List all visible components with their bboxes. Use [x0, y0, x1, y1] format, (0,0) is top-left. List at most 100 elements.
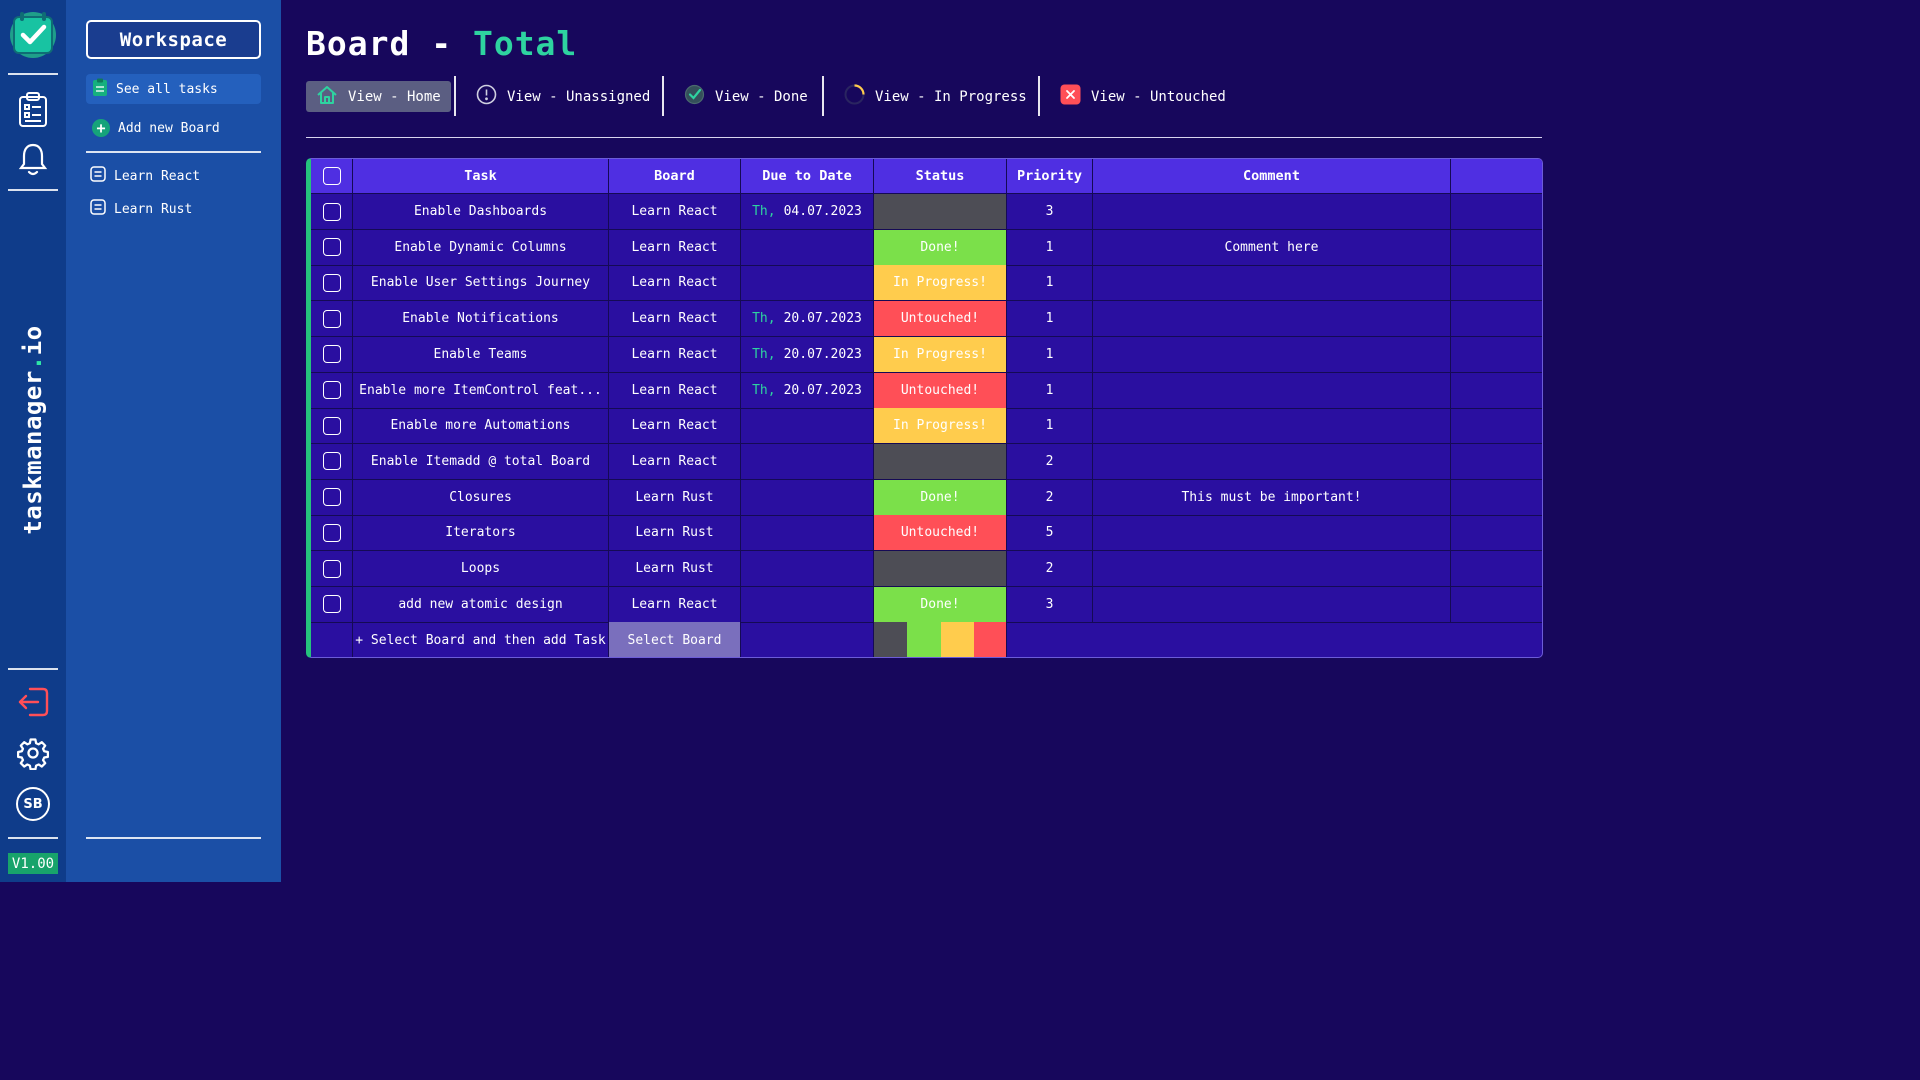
tab-view-done[interactable]: View - Done [674, 81, 818, 112]
table-row[interactable]: Enable more Automations Learn React In Pro… [311, 408, 1542, 445]
priority-cell[interactable]: 1 [1007, 229, 1093, 265]
logout-icon[interactable] [13, 682, 53, 722]
due-date-cell[interactable]: Th, 20.07.2023 [741, 336, 874, 372]
comment-cell[interactable] [1093, 301, 1451, 337]
board-cell[interactable]: Learn React [609, 194, 741, 229]
table-row[interactable]: Enable Notifications Learn React Th, 20.07.… [311, 301, 1542, 338]
see-all-tasks-link[interactable]: See all tasks [86, 74, 261, 104]
column-header-board[interactable]: Board [609, 159, 741, 193]
due-date-cell[interactable]: Th, 20.07.2023 [741, 372, 874, 408]
comment-cell[interactable]: This must be important! [1093, 479, 1451, 515]
due-date-cell[interactable] [741, 408, 874, 444]
priority-cell[interactable]: 2 [1007, 551, 1093, 586]
comment-cell[interactable] [1093, 372, 1451, 408]
board-cell[interactable]: Learn React [609, 265, 741, 301]
comment-cell[interactable] [1093, 443, 1451, 479]
task-name-cell[interactable]: add new atomic design [353, 586, 609, 622]
gear-icon[interactable] [13, 733, 53, 773]
priority-cell[interactable]: 3 [1007, 194, 1093, 229]
row-checkbox[interactable] [322, 273, 341, 292]
board-cell[interactable]: Learn React [609, 301, 741, 337]
tab-view-untouched[interactable]: View - Untouched [1050, 81, 1236, 112]
status-cell[interactable]: Done! [874, 479, 1007, 515]
status-cell[interactable]: In Progress! [874, 336, 1007, 372]
user-avatar[interactable]: SB [16, 787, 50, 821]
column-header-due-date[interactable]: Due to Date [741, 159, 874, 193]
task-name-cell[interactable]: Enable Teams [353, 336, 609, 372]
priority-cell[interactable]: 1 [1007, 372, 1093, 408]
comment-cell[interactable] [1093, 586, 1451, 622]
table-row[interactable]: Loops Learn Rust 2 [311, 551, 1542, 587]
comment-cell[interactable] [1093, 515, 1451, 551]
board-cell[interactable]: Learn React [609, 586, 741, 622]
column-header-priority[interactable]: Priority [1007, 159, 1093, 193]
table-row[interactable]: Enable User Settings Journey Learn React I… [311, 265, 1542, 302]
due-date-cell[interactable] [741, 586, 874, 622]
board-cell[interactable]: Learn Rust [609, 515, 741, 551]
status-cell[interactable] [874, 194, 1007, 229]
status-cell[interactable]: Untouched! [874, 372, 1007, 408]
row-checkbox[interactable] [322, 202, 341, 221]
priority-cell[interactable]: 1 [1007, 336, 1093, 372]
tab-view-home[interactable]: View - Home [306, 81, 451, 112]
status-color-picker[interactable] [874, 622, 1007, 657]
row-checkbox[interactable] [322, 488, 341, 507]
priority-cell[interactable]: 5 [1007, 515, 1093, 551]
row-checkbox[interactable] [322, 416, 341, 435]
status-swatch-empty[interactable] [874, 622, 908, 657]
comment-cell[interactable] [1093, 336, 1451, 372]
row-checkbox[interactable] [322, 595, 341, 614]
sidebar-item-learn-rust[interactable]: Learn Rust [86, 194, 261, 224]
status-cell[interactable]: In Progress! [874, 408, 1007, 444]
task-name-cell[interactable]: Loops [353, 551, 609, 586]
row-checkbox[interactable] [322, 452, 341, 471]
status-cell[interactable]: Done! [874, 229, 1007, 265]
task-name-cell[interactable]: Enable User Settings Journey [353, 265, 609, 301]
row-checkbox[interactable] [322, 381, 341, 399]
priority-cell[interactable]: 2 [1007, 479, 1093, 515]
add-task-button[interactable]: + Select Board and then add Task [353, 622, 609, 657]
board-cell[interactable]: Learn React [609, 372, 741, 408]
due-date-cell[interactable] [741, 551, 874, 586]
comment-cell[interactable] [1093, 551, 1451, 586]
comment-cell[interactable] [1093, 194, 1451, 229]
select-all-checkbox[interactable] [322, 167, 341, 185]
table-row[interactable]: add new atomic design Learn React Done! 3 [311, 586, 1542, 623]
priority-cell[interactable]: 1 [1007, 265, 1093, 301]
status-swatch-in-progress[interactable] [940, 622, 974, 657]
table-row[interactable]: Enable Dashboards Learn React Th, 04.07.202… [311, 194, 1542, 230]
row-checkbox[interactable] [322, 238, 341, 257]
task-name-cell[interactable]: Enable more Automations [353, 408, 609, 444]
task-name-cell[interactable]: Enable Dynamic Columns [353, 229, 609, 265]
status-swatch-untouched[interactable] [973, 622, 1006, 657]
status-cell[interactable]: Untouched! [874, 301, 1007, 337]
row-checkbox[interactable] [322, 309, 341, 328]
board-cell[interactable]: Learn React [609, 336, 741, 372]
table-row[interactable]: Enable Dynamic Columns Learn React Done! 1 C… [311, 229, 1542, 266]
app-logo-icon[interactable] [8, 8, 58, 58]
board-cell[interactable]: Learn React [609, 408, 741, 444]
due-date-cell[interactable] [741, 443, 874, 479]
column-header-comment[interactable]: Comment [1093, 159, 1451, 193]
clipboard-list-icon[interactable] [13, 90, 53, 130]
due-date-cell[interactable]: Th, 04.07.2023 [741, 194, 874, 229]
table-row[interactable]: Closures Learn Rust Done! 2 This must be imp… [311, 479, 1542, 516]
task-name-cell[interactable]: Enable Itemadd @ total Board [353, 443, 609, 479]
column-header-add[interactable] [1451, 159, 1542, 193]
status-swatch-done[interactable] [907, 622, 941, 657]
row-checkbox[interactable] [322, 345, 341, 364]
task-name-cell[interactable]: Enable Notifications [353, 301, 609, 337]
board-cell[interactable]: Learn Rust [609, 551, 741, 586]
task-name-cell[interactable]: Iterators [353, 515, 609, 551]
board-cell[interactable]: Learn React [609, 229, 741, 265]
table-row[interactable]: Enable Itemadd @ total Board Learn React 2 [311, 443, 1542, 480]
table-row[interactable]: Enable Teams Learn React Th, 20.07.2023 In P… [311, 336, 1542, 373]
task-name-cell[interactable]: Enable Dashboards [353, 194, 609, 229]
workspace-button[interactable]: Workspace [86, 20, 261, 59]
table-row[interactable]: Iterators Learn Rust Untouched! 5 [311, 515, 1542, 552]
status-cell[interactable] [874, 551, 1007, 586]
table-row[interactable]: Enable more ItemControl feat... Learn Rea… [311, 372, 1542, 409]
board-cell[interactable]: Learn Rust [609, 479, 741, 515]
due-date-cell[interactable] [741, 479, 874, 515]
column-header-task[interactable]: Task [353, 159, 609, 193]
